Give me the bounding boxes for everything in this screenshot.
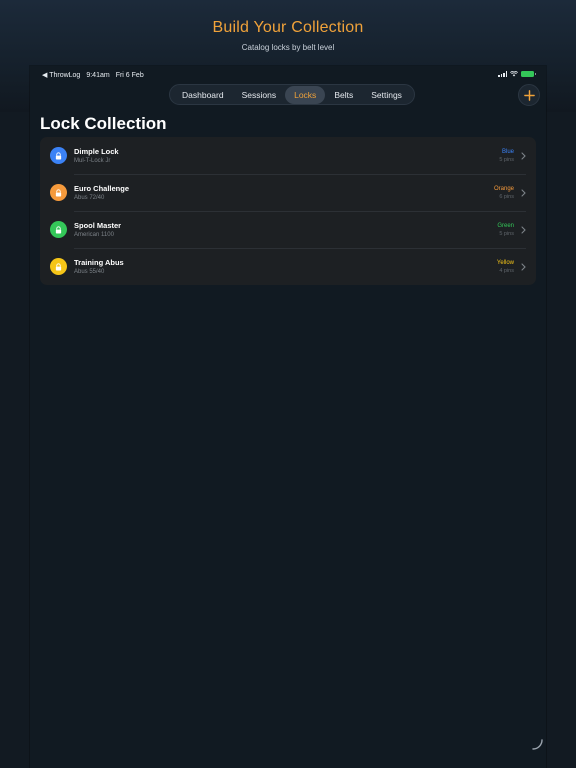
lock-row-euro-challenge[interactable]: Euro Challenge Abus 72/40 Orange 6 pins bbox=[40, 174, 536, 211]
padlock-icon bbox=[55, 225, 62, 233]
lock-model: American 1100 bbox=[74, 231, 114, 238]
lock-belt-label: Green bbox=[497, 222, 514, 229]
status-bar: ◀ ThrowLog 9:41am Fri 6 Feb bbox=[30, 66, 546, 82]
lock-pin-count: 6 pins bbox=[499, 193, 514, 200]
lock-belt-label: Yellow bbox=[496, 259, 514, 266]
tab-belts[interactable]: Belts bbox=[325, 86, 362, 104]
add-lock-button[interactable] bbox=[518, 84, 540, 106]
chevron-right-icon bbox=[520, 151, 526, 160]
tab-sessions[interactable]: Sessions bbox=[233, 86, 286, 104]
battery-icon bbox=[521, 71, 536, 77]
tab-locks[interactable]: Locks bbox=[285, 85, 326, 104]
padlock-icon bbox=[55, 151, 62, 159]
lock-row-spool-master[interactable]: Spool Master American 1100 Green 5 pins bbox=[40, 211, 536, 248]
back-to-app-link[interactable]: ◀ ThrowLog bbox=[42, 71, 80, 79]
lock-name: Euro Challenge bbox=[74, 183, 130, 193]
lock-model: Mul-T-Lock Jr bbox=[74, 157, 111, 164]
padlock-icon bbox=[55, 188, 62, 196]
page-title: Lock Collection bbox=[40, 114, 167, 133]
lock-badge bbox=[50, 147, 67, 164]
status-time: 9:41am bbox=[86, 71, 110, 79]
lock-pin-count: 4 pins bbox=[499, 267, 514, 274]
lock-model: Abus 72/40 bbox=[74, 194, 105, 201]
lock-pin-count: 5 pins bbox=[499, 156, 514, 163]
status-date: Fri 6 Feb bbox=[115, 71, 144, 79]
lock-name: Dimple Lock bbox=[74, 146, 119, 156]
promo-title: Build Your Collection bbox=[212, 19, 364, 36]
lock-name: Training Abus bbox=[74, 257, 124, 267]
app-window: ◀ ThrowLog 9:41am Fri 6 Feb Dashboard Se… bbox=[30, 66, 546, 768]
lock-row-dimple-lock[interactable]: Dimple Lock Mul-T-Lock Jr Blue 5 pins bbox=[40, 137, 536, 174]
lock-belt-label: Orange bbox=[493, 185, 514, 192]
promo-subtitle: Catalog locks by belt level bbox=[241, 43, 335, 52]
lock-name: Spool Master bbox=[74, 220, 122, 230]
main-tab-bar: Dashboard Sessions Locks Belts Settings bbox=[169, 84, 415, 105]
lock-belt-label: Blue bbox=[501, 148, 514, 155]
lock-badge bbox=[50, 258, 67, 275]
tab-settings[interactable]: Settings bbox=[362, 86, 411, 104]
lock-list: Dimple Lock Mul-T-Lock Jr Blue 5 pins Eu… bbox=[40, 137, 536, 285]
cellular-signal-icon bbox=[498, 71, 507, 77]
chevron-right-icon bbox=[520, 225, 526, 234]
chevron-right-icon bbox=[520, 188, 526, 197]
lock-pin-count: 5 pins bbox=[499, 230, 514, 237]
lock-model: Abus 55/40 bbox=[74, 268, 105, 275]
padlock-icon bbox=[55, 262, 62, 270]
wifi-icon bbox=[510, 71, 518, 77]
lock-badge bbox=[50, 221, 67, 238]
loading-spinner-icon bbox=[532, 739, 543, 750]
tab-dashboard[interactable]: Dashboard bbox=[173, 86, 233, 104]
lock-row-training-abus[interactable]: Training Abus Abus 55/40 Yellow 4 pins bbox=[40, 248, 536, 285]
plus-icon bbox=[523, 89, 535, 101]
chevron-right-icon bbox=[520, 262, 526, 271]
lock-badge bbox=[50, 184, 67, 201]
